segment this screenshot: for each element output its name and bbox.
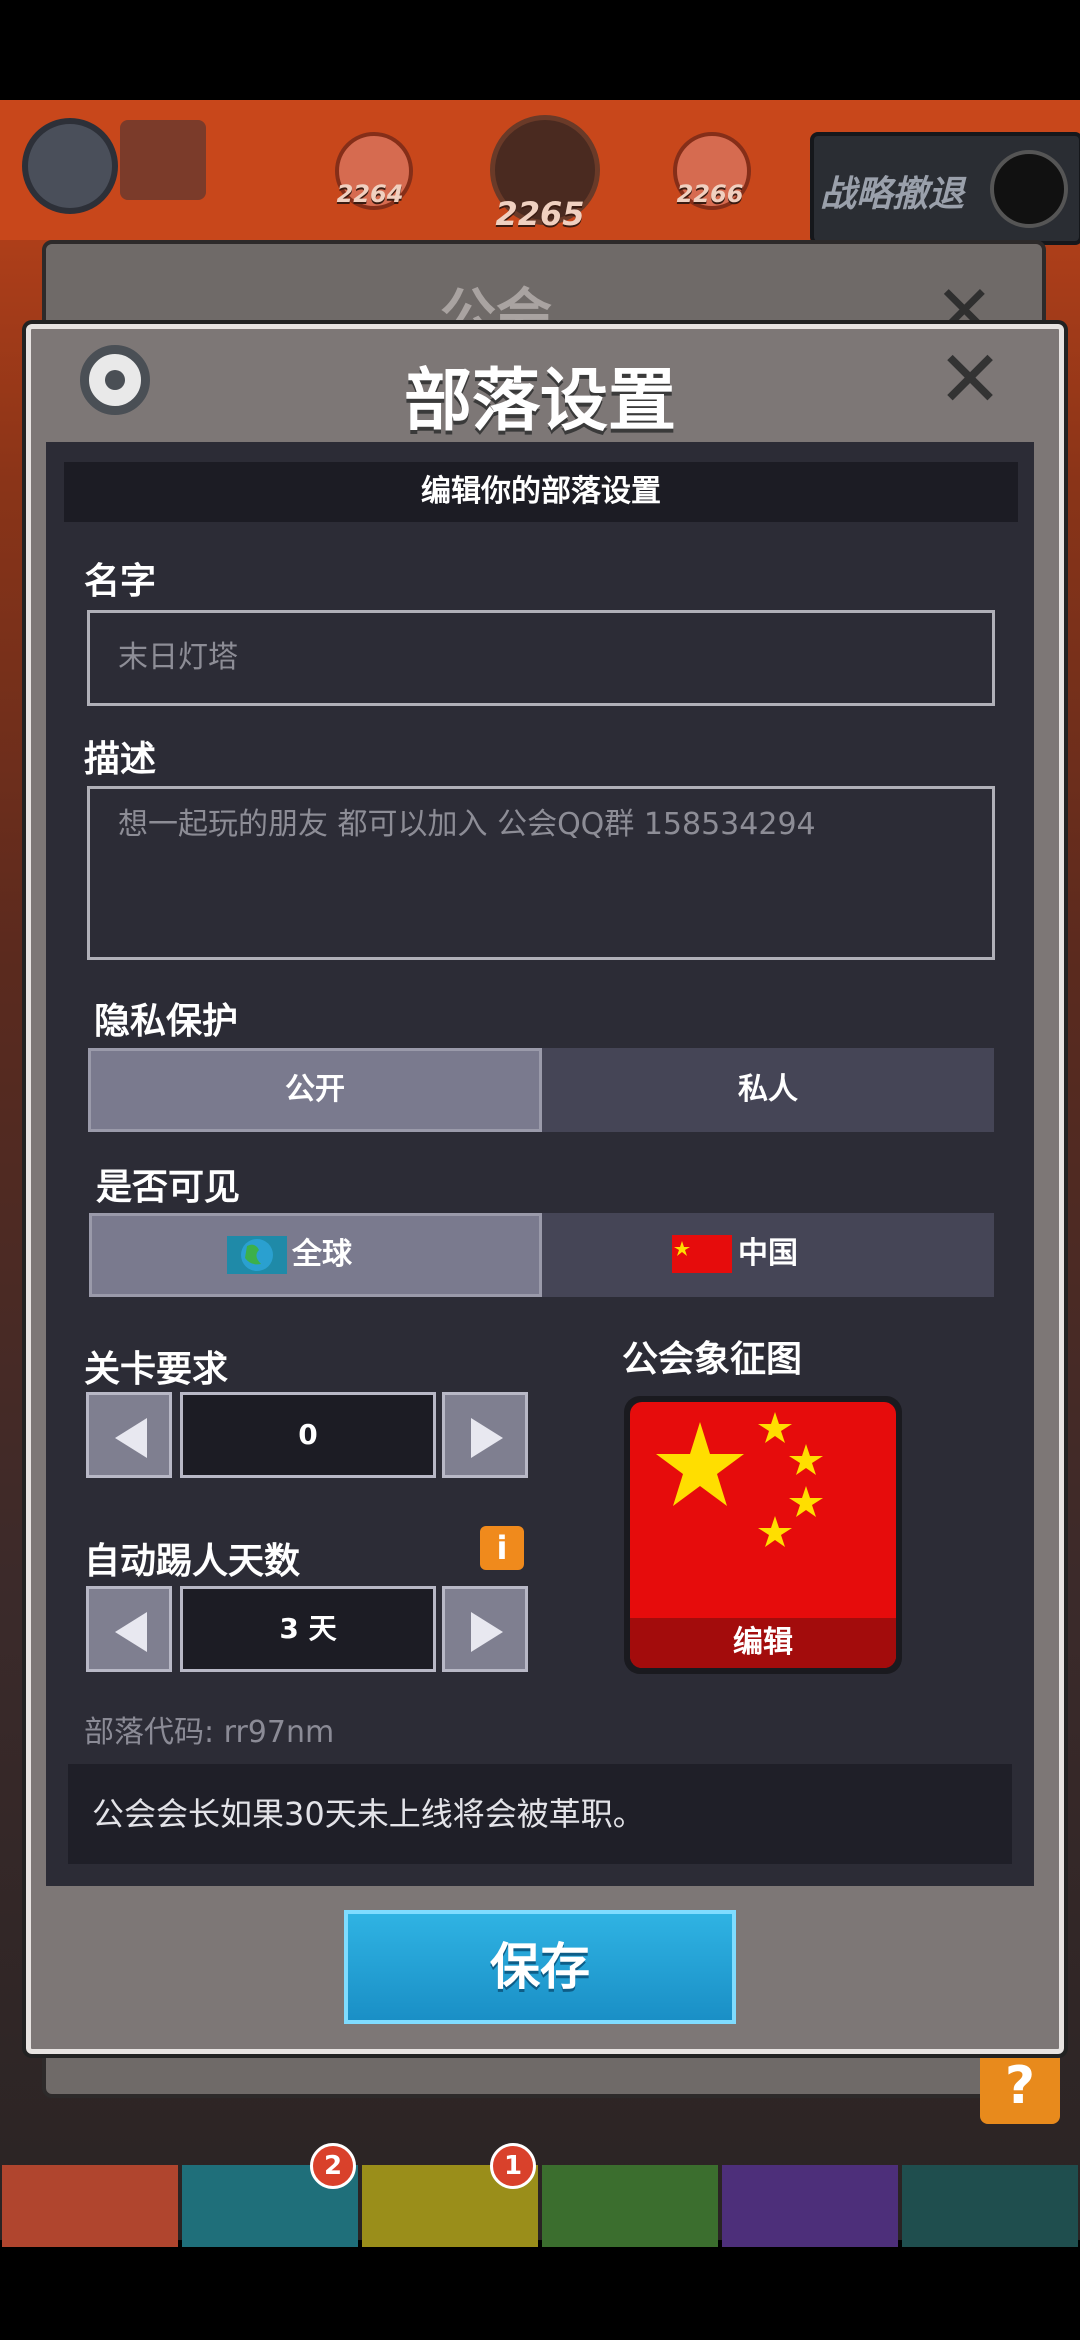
kick-days-value: 3 天 bbox=[180, 1586, 436, 1672]
description-label: 描述 bbox=[84, 739, 157, 780]
kick-days-increase-button[interactable] bbox=[442, 1586, 528, 1672]
emblem-edit-button[interactable]: 编辑 bbox=[630, 1618, 896, 1668]
right-arrow-icon bbox=[471, 1612, 503, 1652]
visibility-global-label: 全球 bbox=[292, 1237, 352, 1272]
right-arrow-icon bbox=[471, 1418, 503, 1458]
level-requirement-value: 0 bbox=[180, 1392, 436, 1478]
subheader: 编辑你的部落设置 bbox=[64, 462, 1018, 522]
info-icon[interactable]: i bbox=[480, 1526, 524, 1570]
left-arrow-icon bbox=[115, 1418, 147, 1458]
description-textarea[interactable]: 想一起玩的朋友 都可以加入 公会QQ群 158534294 bbox=[87, 786, 995, 960]
bottom-nav: 2 1 bbox=[0, 2143, 1080, 2247]
retreat-label: 战略撤退 bbox=[820, 174, 965, 215]
privacy-public-toggle[interactable]: 公开 bbox=[88, 1048, 542, 1132]
dialog-title: 部落设置 bbox=[403, 362, 676, 441]
visibility-global-toggle[interactable]: 全球 bbox=[89, 1213, 542, 1297]
save-button[interactable]: 保存 bbox=[344, 1910, 736, 2024]
help-button[interactable]: ? bbox=[980, 2048, 1060, 2124]
kick-days-decrease-button[interactable] bbox=[86, 1586, 172, 1672]
left-arrow-icon bbox=[115, 1612, 147, 1652]
nav-tab-pets[interactable] bbox=[542, 2165, 718, 2247]
notification-badge: 1 bbox=[490, 2143, 536, 2189]
visibility-china-label: 中国 bbox=[738, 1236, 798, 1271]
nav-tab-heroes[interactable]: 2 bbox=[182, 2143, 358, 2247]
level-number: 2264 bbox=[336, 180, 404, 208]
visibility-china-toggle[interactable]: 中国 bbox=[542, 1213, 994, 1297]
nav-tab-battle[interactable] bbox=[2, 2165, 178, 2247]
notification-badge: 2 bbox=[310, 2143, 356, 2189]
clan-code: 部落代码: rr97nm bbox=[84, 1715, 335, 1750]
privacy-label: 隐私保护 bbox=[94, 1001, 239, 1042]
visibility-label: 是否可见 bbox=[96, 1167, 241, 1208]
level-increase-button[interactable] bbox=[442, 1392, 528, 1478]
level-number: 2266 bbox=[676, 180, 744, 208]
privacy-private-toggle[interactable]: 私人 bbox=[542, 1048, 994, 1132]
current-level-number: 2265 bbox=[495, 195, 585, 233]
demon-face-icon bbox=[990, 150, 1068, 228]
globe-icon bbox=[227, 1236, 287, 1274]
name-input[interactable]: 末日灯塔 bbox=[87, 610, 995, 706]
crossed-swords-shield-icon[interactable] bbox=[120, 120, 206, 200]
leader-inactivity-notice: 公会会长如果30天未上线将会被革职。 bbox=[68, 1764, 1012, 1864]
level-requirement-label: 关卡要求 bbox=[84, 1349, 229, 1390]
close-button[interactable]: ✕ bbox=[935, 341, 1005, 419]
nav-tab-guild[interactable] bbox=[722, 2165, 898, 2247]
level-decrease-button[interactable] bbox=[86, 1392, 172, 1478]
nav-tab-shop[interactable] bbox=[902, 2165, 1078, 2247]
auto-kick-label: 自动踢人天数 bbox=[84, 1541, 301, 1582]
china-flag-icon bbox=[672, 1235, 732, 1273]
nav-tab-equipment[interactable]: 1 bbox=[362, 2143, 538, 2247]
name-label: 名字 bbox=[84, 561, 157, 602]
emblem-label: 公会象征图 bbox=[622, 1339, 803, 1380]
settings-gear-icon[interactable] bbox=[22, 118, 118, 214]
